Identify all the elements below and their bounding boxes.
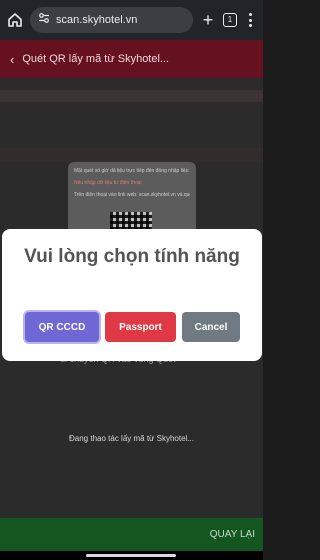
url-text[interactable]: scan.skyhotel.vn bbox=[56, 14, 137, 26]
new-tab-icon[interactable]: + bbox=[199, 11, 217, 29]
tab-switcher-button[interactable]: 1 bbox=[223, 13, 237, 27]
app-header: ‹ Quét QR lấy mã từ Skyhotel... bbox=[0, 40, 263, 78]
feature-select-dialog: Vui lòng chọn tính năng QR CCCD Passport… bbox=[2, 229, 262, 361]
background-card-line: Mật quét số giờ dã liệu trực tiếp đến đồ… bbox=[74, 168, 190, 174]
home-indicator[interactable] bbox=[86, 554, 176, 557]
cancel-button[interactable]: Cancel bbox=[182, 312, 240, 342]
back-chevron-icon[interactable]: ‹ bbox=[10, 52, 14, 67]
address-bar[interactable]: scan.skyhotel.vn bbox=[30, 7, 193, 33]
loading-status: Đang thao tác lấy mã từ Skyhotel... bbox=[69, 434, 194, 443]
site-settings-icon[interactable] bbox=[38, 11, 50, 29]
background-card-line: Trên điện thoại vào link web: scan.skyho… bbox=[74, 192, 190, 198]
page-title: Quét QR lấy mã từ Skyhotel... bbox=[22, 53, 170, 65]
dialog-title: Vui lòng chọn tính năng bbox=[24, 246, 240, 267]
browser-menu-icon[interactable] bbox=[243, 11, 257, 29]
passport-button[interactable]: Passport bbox=[105, 312, 176, 342]
background-card-warning: Nếu nhập dữ liệu từ điện thoại bbox=[74, 180, 142, 186]
background-strip bbox=[0, 148, 263, 162]
home-icon[interactable] bbox=[6, 11, 24, 29]
gesture-navigation-bar bbox=[0, 551, 263, 560]
browser-toolbar: scan.skyhotel.vn + 1 bbox=[0, 0, 263, 40]
back-button[interactable]: QUAY LẠI bbox=[210, 529, 255, 540]
qr-cccd-button[interactable]: QR CCCD bbox=[25, 312, 99, 342]
bottom-action-bar: QUAY LẠI bbox=[0, 518, 263, 551]
background-strip bbox=[0, 90, 263, 102]
